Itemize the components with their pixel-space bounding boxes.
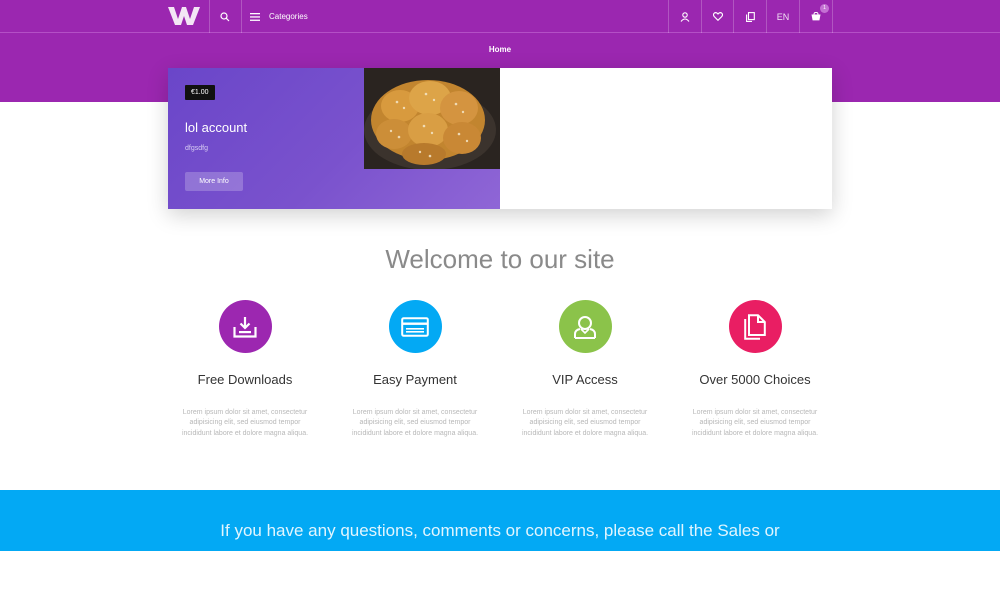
feature-vip-access: VIP Access Lorem ipsum dolor sit amet, c…: [500, 300, 670, 439]
feature-over-5000-choices: Over 5000 Choices Lorem ipsum dolor sit …: [670, 300, 840, 439]
search-icon[interactable]: [215, 0, 235, 33]
feature-easy-payment: Easy Payment Lorem ipsum dolor sit amet,…: [330, 300, 500, 439]
feature-icon-circle: [558, 300, 612, 353]
breadcrumb: Home: [0, 45, 1000, 54]
language-label: EN: [776, 11, 790, 22]
top-navbar: Categories EN 1: [0, 0, 1000, 33]
feature-icon-circle: [728, 300, 782, 353]
product-subtitle: dfgsdfg: [185, 145, 208, 152]
categories-menu-button[interactable]: Categories: [250, 0, 308, 33]
feature-description: Lorem ipsum dolor sit amet, consectetur …: [181, 409, 309, 437]
categories-label: Categories: [269, 12, 308, 21]
product-card: €1.00 lol account dfgsdfg More Info: [168, 68, 832, 209]
feature-free-downloads: Free Downloads Lorem ipsum dolor sit ame…: [160, 300, 330, 439]
feature-icon-circle: [218, 300, 272, 353]
divider: [832, 0, 833, 33]
contact-banner: If you have any questions, comments or c…: [0, 490, 1000, 551]
feature-description: Lorem ipsum dolor sit amet, consectetur …: [691, 409, 819, 437]
download-icon: [233, 316, 257, 338]
credit-card-icon: [401, 316, 429, 337]
user-icon[interactable]: [669, 0, 701, 33]
product-image[interactable]: [364, 68, 500, 169]
price-tag: €1.00: [185, 85, 215, 100]
logo-icon[interactable]: [168, 6, 200, 26]
heart-icon[interactable]: [702, 0, 733, 33]
feature-title: Easy Payment: [373, 372, 457, 387]
feature-title: Free Downloads: [197, 372, 293, 387]
menu-icon: [250, 12, 260, 21]
feature-title: Over 5000 Choices: [699, 372, 811, 387]
user-badge-icon: [574, 315, 596, 339]
language-selector[interactable]: EN: [767, 0, 799, 33]
feature-icon-circle: [388, 300, 442, 353]
file-icon: [744, 313, 766, 340]
divider: [209, 0, 210, 33]
feature-description: Lorem ipsum dolor sit amet, consectetur …: [351, 409, 479, 437]
cart-count-badge: 1: [820, 4, 829, 13]
contact-text: If you have any questions, comments or c…: [220, 521, 780, 540]
compare-icon[interactable]: [734, 0, 766, 33]
breadcrumb-home-link[interactable]: Home: [489, 45, 511, 54]
feature-description: Lorem ipsum dolor sit amet, consectetur …: [521, 409, 649, 437]
divider: [241, 0, 242, 33]
welcome-heading: Welcome to our site: [385, 244, 615, 274]
product-title[interactable]: lol account: [185, 120, 247, 135]
feature-title: VIP Access: [552, 372, 618, 387]
more-info-button[interactable]: More Info: [185, 172, 243, 191]
